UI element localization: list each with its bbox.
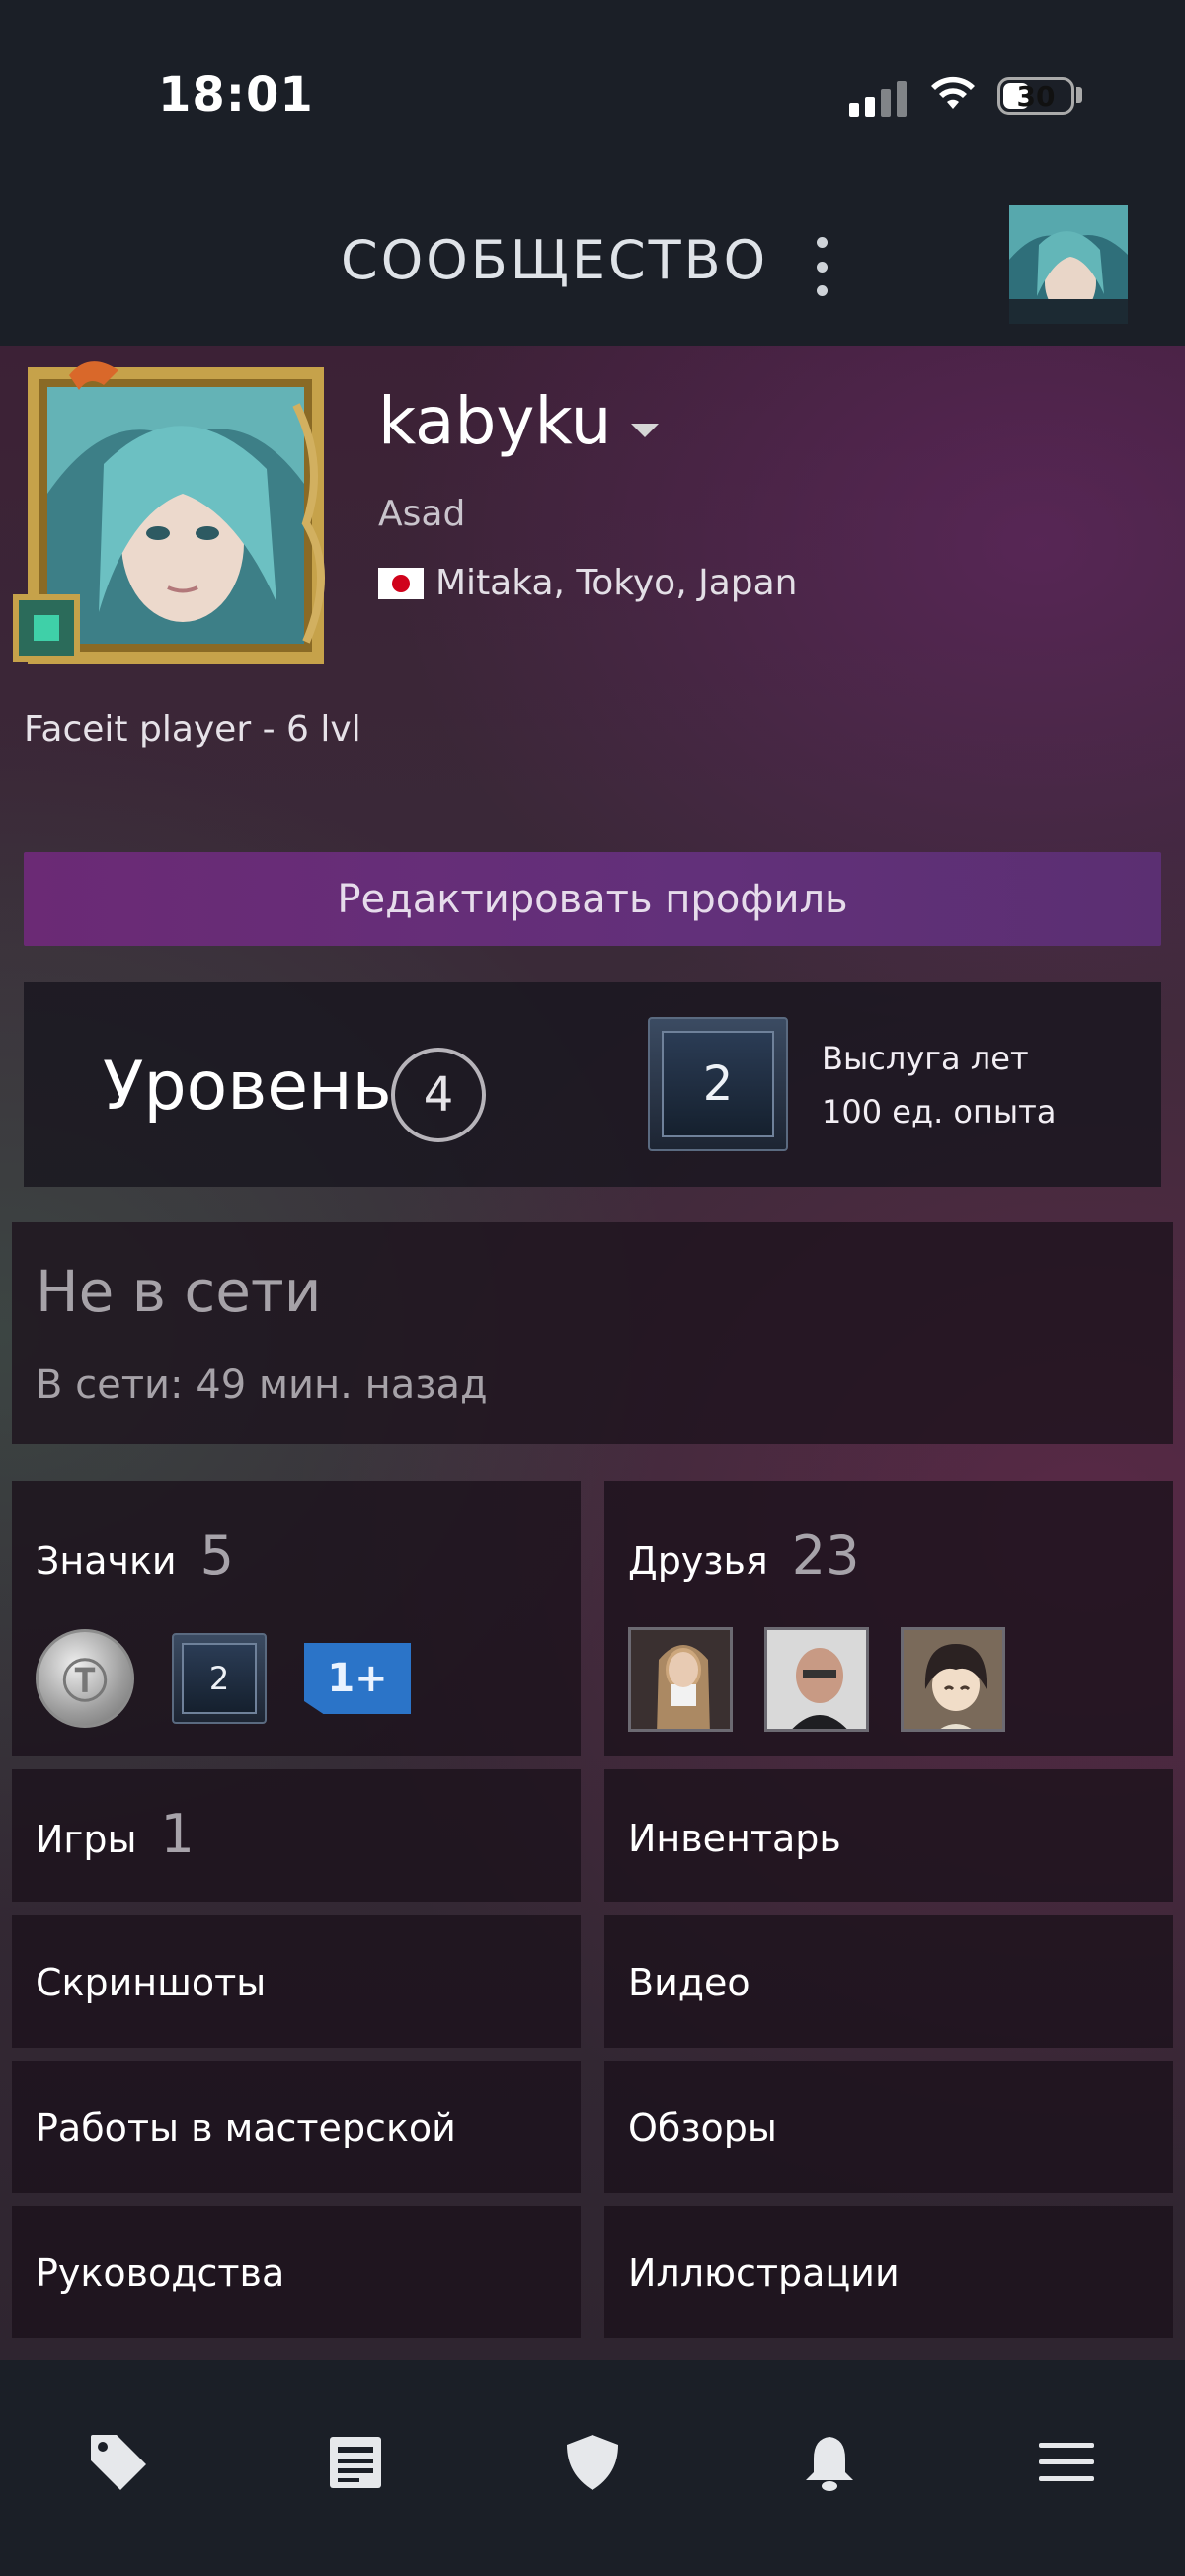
years-badge-icon[interactable]: 2 — [172, 1633, 267, 1724]
videos-label: Видео — [628, 1961, 750, 2004]
games-heading: Игры 1 — [36, 1803, 195, 1865]
username-row[interactable]: kabyku — [378, 383, 660, 459]
status-bar: 18:01 30 — [0, 0, 1185, 188]
username: kabyku — [378, 383, 612, 459]
badge-title: Выслуга лет — [822, 1040, 1029, 1077]
level-panel[interactable]: Уровень 4 2 Выслуга лет 100 ед. опыта — [24, 982, 1161, 1187]
videos-tile[interactable]: Видео — [604, 1915, 1173, 2048]
years-of-service-badge[interactable]: 2 — [648, 1017, 788, 1151]
battery-tip — [1076, 87, 1082, 103]
one-plus-badge-icon[interactable]: 1+ — [304, 1643, 411, 1714]
online-status-panel: Не в сети В сети: 49 мин. назад — [12, 1222, 1173, 1444]
tag-icon[interactable] — [87, 2431, 150, 2494]
bottom-navigation — [0, 2360, 1185, 2576]
profile-avatar[interactable] — [10, 346, 351, 676]
reviews-tile[interactable]: Обзоры — [604, 2061, 1173, 2193]
japan-flag-icon — [378, 567, 424, 599]
edit-profile-button[interactable]: Редактировать профиль — [24, 852, 1161, 946]
page-title: СООБЩЕСТВО — [341, 229, 769, 291]
badge-list: Ⓣ 2 1+ — [36, 1629, 411, 1728]
friend-avatar[interactable] — [764, 1627, 869, 1732]
header-avatar[interactable] — [1009, 205, 1128, 324]
years-badge-value: 2 — [662, 1031, 774, 1137]
cellular-signal-icon — [849, 81, 907, 117]
level-label: Уровень — [103, 1048, 392, 1126]
games-label: Игры — [36, 1818, 137, 1861]
games-count: 1 — [160, 1803, 195, 1865]
screenshots-tile[interactable]: Скриншоты — [12, 1915, 581, 2048]
bell-icon[interactable] — [798, 2431, 861, 2494]
friends-count: 23 — [791, 1524, 860, 1587]
badges-heading: Значки 5 — [36, 1524, 234, 1587]
friends-label: Друзья — [628, 1539, 768, 1583]
badges-count: 5 — [199, 1524, 234, 1587]
workshop-label: Работы в мастерской — [36, 2106, 456, 2149]
news-icon[interactable] — [324, 2431, 387, 2494]
shield-icon[interactable] — [561, 2431, 624, 2494]
inventory-tile[interactable]: Инвентарь — [604, 1769, 1173, 1902]
artwork-label: Иллюстрации — [628, 2251, 900, 2295]
friend-avatar[interactable] — [901, 1627, 1005, 1732]
years-badge-small-value: 2 — [182, 1643, 257, 1714]
location-text: Mitaka, Tokyo, Japan — [435, 563, 798, 603]
wifi-icon — [931, 76, 975, 109]
menu-icon[interactable] — [1035, 2431, 1098, 2494]
friends-list — [628, 1627, 1005, 1732]
inventory-label: Инвентарь — [628, 1817, 841, 1860]
guides-tile[interactable]: Руководства — [12, 2206, 581, 2338]
last-online: В сети: 49 мин. назад — [36, 1363, 488, 1408]
location: Mitaka, Tokyo, Japan — [378, 563, 798, 603]
battery-icon: 30 — [997, 77, 1074, 115]
badges-tile[interactable]: Значки 5 Ⓣ 2 1+ — [12, 1481, 581, 1756]
battery-level: 30 — [1016, 79, 1056, 113]
badge-xp: 100 ед. опыта — [822, 1093, 1057, 1131]
real-name: Asad — [378, 494, 466, 534]
workshop-tile[interactable]: Работы в мастерской — [12, 2061, 581, 2193]
profile-summary: Faceit player - 6 lvl — [24, 709, 361, 749]
friends-tile[interactable]: Друзья 23 — [604, 1481, 1173, 1756]
status-state: Не в сети — [36, 1258, 322, 1325]
coin-badge-icon[interactable]: Ⓣ — [36, 1629, 134, 1728]
more-options-icon[interactable] — [812, 237, 831, 296]
reviews-label: Обзоры — [628, 2106, 777, 2149]
badges-label: Значки — [36, 1539, 177, 1583]
artwork-tile[interactable]: Иллюстрации — [604, 2206, 1173, 2338]
chevron-down-icon[interactable] — [631, 423, 660, 437]
level-value: 4 — [391, 1048, 486, 1142]
status-time: 18:01 — [158, 67, 314, 122]
screenshots-label: Скриншоты — [36, 1961, 267, 2004]
games-tile[interactable]: Игры 1 — [12, 1769, 581, 1902]
friends-heading: Друзья 23 — [628, 1524, 859, 1587]
guides-label: Руководства — [36, 2251, 285, 2295]
friend-avatar[interactable] — [628, 1627, 733, 1732]
